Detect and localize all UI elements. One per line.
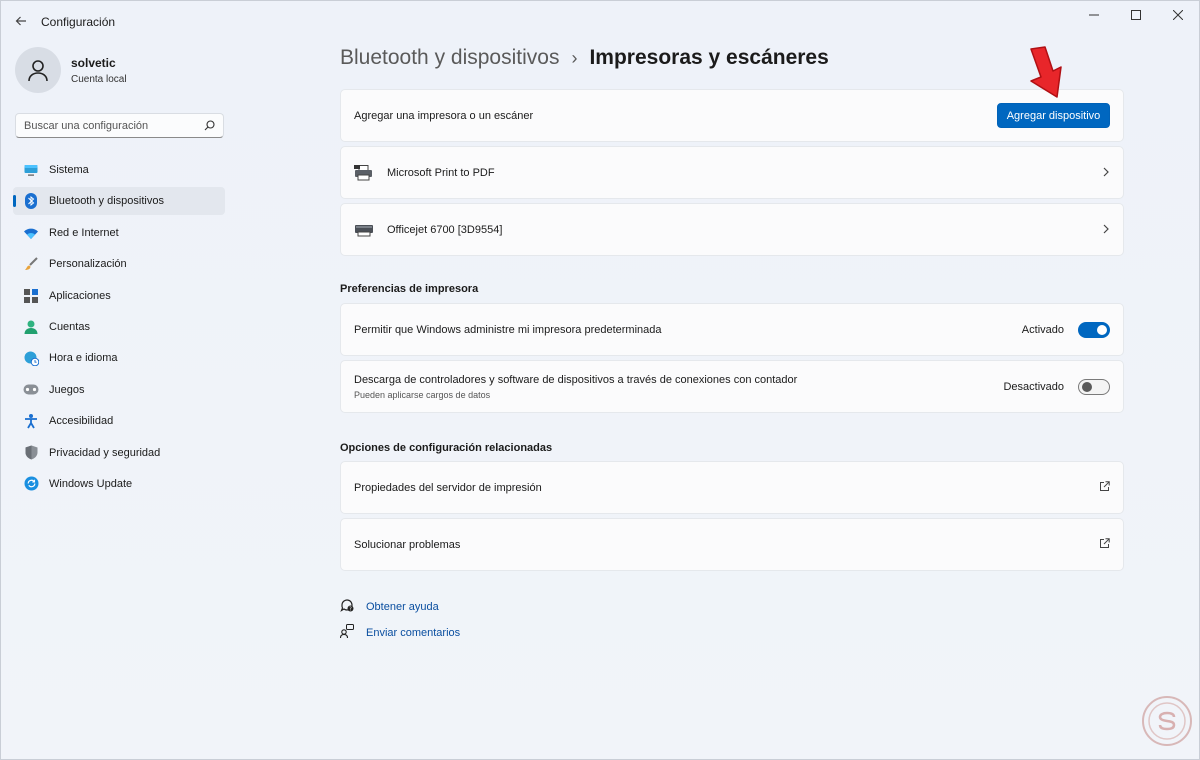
- default-printer-toggle[interactable]: [1078, 321, 1110, 338]
- sidebar-item-windows-update[interactable]: Windows Update: [13, 470, 225, 498]
- printer-name: Microsoft Print to PDF: [387, 166, 495, 179]
- sidebar-item-label: Accesibilidad: [49, 415, 114, 428]
- breadcrumb-parent[interactable]: Bluetooth y dispositivos: [340, 46, 559, 70]
- external-link-icon: [1099, 480, 1110, 495]
- sidebar-item-personalizacion[interactable]: Personalización: [13, 250, 225, 278]
- back-button[interactable]: [9, 9, 33, 33]
- sidebar-item-label: Cuentas: [49, 320, 90, 333]
- toggle-state-label: Activado: [1021, 323, 1064, 336]
- sidebar-item-label: Personalización: [49, 258, 127, 271]
- preferences-section-title: Preferencias de impresora: [340, 283, 479, 295]
- sidebar-item-label: Hora e idioma: [49, 352, 118, 365]
- profile-name: solvetic: [71, 55, 116, 70]
- close-button[interactable]: [1157, 1, 1199, 29]
- help-link-label: Enviar comentarios: [366, 626, 461, 639]
- printer-icon: [354, 220, 374, 240]
- shield-icon: [23, 445, 39, 461]
- wifi-icon: [23, 225, 39, 241]
- back-arrow-icon: [15, 16, 26, 26]
- preference-sublabel: Pueden aplicarse cargos de datos: [354, 389, 491, 400]
- sidebar-item-privacidad[interactable]: Privacidad y seguridad: [13, 439, 225, 467]
- sidebar-item-accesibilidad[interactable]: Accesibilidad: [13, 407, 225, 435]
- send-feedback-link[interactable]: Enviar comentarios: [339, 624, 461, 641]
- sidebar-item-aplicaciones[interactable]: Aplicaciones: [13, 282, 225, 310]
- watermark-logo-icon: [1142, 696, 1192, 746]
- help-link-label: Obtener ayuda: [366, 600, 439, 613]
- sidebar-item-label: Red e Internet: [49, 226, 119, 239]
- related-print-server-properties[interactable]: Propiedades del servidor de impresión: [340, 461, 1124, 514]
- breadcrumb: Bluetooth y dispositivos › Impresoras y …: [340, 46, 829, 70]
- bluetooth-icon: [23, 193, 39, 210]
- avatar: [15, 47, 61, 93]
- sidebar-item-juegos[interactable]: Juegos: [13, 376, 225, 404]
- sidebar-item-bluetooth[interactable]: Bluetooth y dispositivos: [13, 187, 225, 216]
- printer-name: Officejet 6700 [3D9554]: [387, 223, 503, 236]
- preference-label: Descarga de controladores y software de …: [354, 373, 798, 386]
- add-printer-card: Agregar una impresora o un escáner Agreg…: [340, 89, 1124, 142]
- preference-label: Permitir que Windows administre mi impre…: [354, 323, 662, 336]
- brush-icon: [23, 256, 39, 272]
- help-icon: ?: [340, 598, 356, 615]
- chevron-right-icon: [1102, 222, 1110, 237]
- profile-account-type: Cuenta local: [71, 73, 127, 85]
- window-controls: [1073, 1, 1199, 29]
- feedback-icon: [339, 624, 356, 641]
- page-title: Impresoras y escáneres: [589, 46, 829, 69]
- title-bar: Configuración: [1, 1, 1199, 41]
- sidebar-item-label: Juegos: [49, 383, 85, 396]
- gamepad-icon: [23, 382, 39, 398]
- sidebar-item-label: Sistema: [49, 164, 89, 176]
- app-title: Configuración: [41, 15, 116, 29]
- sidebar-item-sistema[interactable]: Sistema: [13, 156, 225, 184]
- apps-icon: [23, 288, 39, 304]
- person-icon: [28, 60, 48, 82]
- related-section-title: Opciones de configuración relacionadas: [340, 442, 553, 454]
- preference-metered-download: Descarga de controladores y software de …: [340, 360, 1124, 413]
- get-help-link[interactable]: ? Obtener ayuda: [340, 598, 439, 615]
- add-device-button[interactable]: Agregar dispositivo: [997, 103, 1110, 128]
- external-link-icon: [1099, 537, 1110, 552]
- related-label: Solucionar problemas: [354, 538, 461, 551]
- chevron-right-icon: [1102, 165, 1110, 180]
- maximize-button[interactable]: [1115, 1, 1157, 29]
- globe-clock-icon: [23, 350, 39, 366]
- maximize-icon: [1131, 10, 1141, 20]
- close-icon: [1173, 10, 1183, 20]
- printer-pdf-icon: [354, 163, 374, 183]
- toggle-state-label: Desactivado: [1003, 380, 1064, 393]
- sidebar-item-red[interactable]: Red e Internet: [13, 219, 225, 247]
- svg-text:?: ?: [349, 606, 352, 612]
- sidebar-item-label: Windows Update: [49, 477, 133, 490]
- minimize-icon: [1089, 14, 1099, 16]
- search-box: [15, 113, 224, 138]
- related-troubleshoot[interactable]: Solucionar problemas: [340, 518, 1124, 571]
- update-icon: [23, 476, 39, 492]
- sidebar-item-label: Privacidad y seguridad: [49, 446, 161, 459]
- related-label: Propiedades del servidor de impresión: [354, 481, 542, 494]
- preference-default-printer: Permitir que Windows administre mi impre…: [340, 303, 1124, 356]
- monitor-icon: [23, 162, 39, 178]
- printer-row-officejet[interactable]: Officejet 6700 [3D9554]: [340, 203, 1124, 256]
- account-icon: [23, 319, 39, 335]
- sidebar-item-hora[interactable]: Hora e idioma: [13, 344, 225, 372]
- sidebar-item-label: Bluetooth y dispositivos: [49, 195, 164, 208]
- annotation-arrow-icon: [1030, 46, 1062, 98]
- sidebar-item-cuentas[interactable]: Cuentas: [13, 313, 225, 341]
- minimize-button[interactable]: [1073, 1, 1115, 29]
- settings-window: Configuración solvetic Cuenta local Busc…: [0, 0, 1200, 760]
- printer-row-pdf[interactable]: Microsoft Print to PDF: [340, 146, 1124, 199]
- breadcrumb-separator: ›: [571, 47, 578, 68]
- user-profile[interactable]: solvetic Cuenta local: [15, 47, 127, 93]
- accessibility-icon: [23, 413, 39, 429]
- sidebar-nav: Sistema Bluetooth y dispositivos Red e I…: [13, 156, 225, 501]
- add-printer-label: Agregar una impresora o un escáner: [354, 109, 534, 122]
- search-input[interactable]: [24, 119, 204, 132]
- search-icon[interactable]: [204, 120, 215, 131]
- sidebar-item-label: Aplicaciones: [49, 289, 111, 302]
- metered-download-toggle[interactable]: [1078, 378, 1110, 395]
